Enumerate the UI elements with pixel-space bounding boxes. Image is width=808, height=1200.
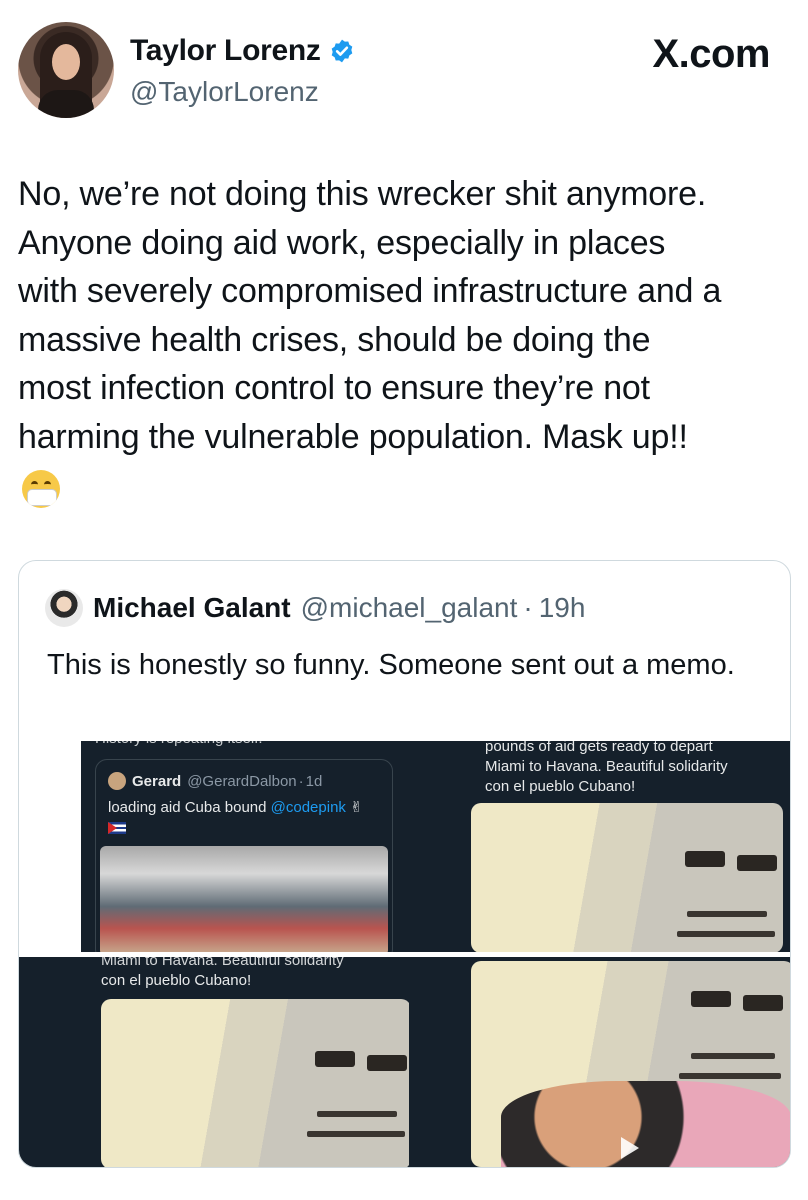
embedded-mention-link: @codepink: [270, 799, 346, 816]
quoted-avatar: [45, 589, 83, 627]
embedded-time: 1d: [305, 772, 323, 790]
post-header: Taylor Lorenz @TaylorLorenz X.com: [18, 22, 790, 122]
face-with-medical-mask-icon: [22, 470, 60, 508]
tile3-caption-line2: con el pueblo Cubano!: [101, 972, 252, 989]
quoted-text: This is honestly so funny. Someone sent …: [47, 649, 735, 681]
group-photo: [100, 846, 388, 952]
quoted-separator: ·: [523, 592, 533, 623]
airplane-cabin-video: [471, 803, 783, 952]
tile2-caption-line3: con el pueblo Cubano!: [485, 778, 636, 795]
media-tile-4[interactable]: [409, 957, 790, 1167]
tile2-caption-line1: pounds of aid gets ready to depart: [485, 741, 713, 755]
media-tile-3[interactable]: Miami to Havana. Beautiful solidarity co…: [19, 957, 411, 1167]
quoted-author-name: Michael Galant: [93, 592, 291, 623]
embedded-author-handle: @GerardDalbon: [187, 772, 297, 790]
avatar[interactable]: [18, 22, 114, 118]
author-handle[interactable]: @TaylorLorenz: [130, 76, 319, 108]
media-grid: History is repeating itself. Gerard @Ger…: [19, 741, 790, 1167]
verified-badge-icon: [331, 39, 352, 63]
embedded-post: Gerard @GerardDalbon · 1d loading aid Cu…: [95, 759, 393, 952]
embedded-avatar: [108, 772, 126, 790]
embedded-author-name: Gerard: [132, 772, 182, 790]
tile1-top-caption: History is repeating itself.: [95, 741, 263, 749]
quoted-post[interactable]: Michael Galant @michael_galant · 19h Thi…: [18, 560, 791, 1168]
media-tile-1[interactable]: History is repeating itself. Gerard @Ger…: [81, 741, 411, 952]
quoted-author-handle: @michael_galant: [300, 592, 518, 623]
quoted-post-header: Michael Galant @michael_galant · 19h: [45, 589, 585, 627]
quoted-time: 19h: [538, 592, 586, 623]
embedded-text: loading aid Cuba bound @codepink ✌: [108, 798, 363, 816]
embedded-text-body: loading aid Cuba bound: [108, 799, 267, 816]
author-name[interactable]: Taylor Lorenz: [130, 34, 321, 68]
embedded-separator: ·: [298, 772, 304, 790]
play-icon[interactable]: [621, 1137, 639, 1159]
media-tile-2[interactable]: pounds of aid gets ready to depart Miami…: [409, 741, 790, 952]
author-name-line: Taylor Lorenz: [130, 34, 355, 68]
airplane-cabin-video: [471, 961, 790, 1167]
cuba-flag-icon: [108, 822, 126, 834]
post-text: No, we’re not doing this wrecker shit an…: [18, 175, 722, 456]
tile3-caption-line1: Miami to Havana. Beautiful solidarity: [101, 957, 344, 969]
victory-hand-icon: ✌: [350, 799, 363, 816]
airplane-cabin-video: [101, 999, 411, 1167]
embedded-post-header: Gerard @GerardDalbon · 1d: [108, 772, 322, 790]
brand-logo: X.com: [652, 32, 770, 76]
passenger-hands: [501, 1081, 790, 1167]
tile2-caption-line2: Miami to Havana. Beautiful solidarity: [485, 758, 728, 775]
